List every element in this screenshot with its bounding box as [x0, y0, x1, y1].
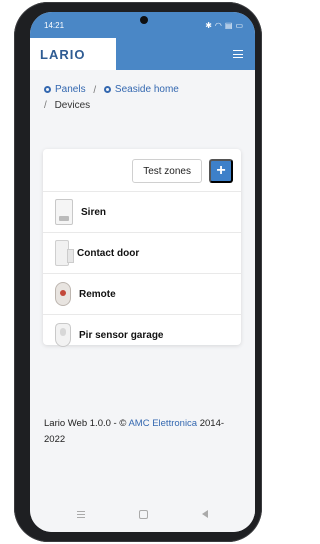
hamburger-icon[interactable]: [233, 50, 243, 58]
pir-sensor-icon: [55, 323, 71, 347]
device-name: Pir sensor garage: [79, 329, 164, 341]
add-device-button[interactable]: +: [209, 159, 233, 183]
device-item-siren[interactable]: Siren: [43, 191, 241, 232]
panel-icon: [44, 86, 51, 93]
breadcrumb-separator: /: [44, 100, 47, 111]
back-icon[interactable]: [202, 510, 208, 518]
menu-area: [116, 38, 255, 70]
status-icons: ✱ ◠ ▤ ▭: [205, 21, 243, 30]
breadcrumb-panels-label: Panels: [55, 84, 86, 95]
footer-prefix: Lario Web 1.0.0 - ©: [44, 418, 129, 429]
breadcrumb-panels[interactable]: Panels: [44, 82, 86, 97]
breadcrumb-separator: /: [93, 85, 97, 96]
android-nav-bar: [30, 496, 255, 532]
siren-icon: [55, 199, 73, 225]
device-name: Contact door: [77, 247, 140, 259]
test-zones-button[interactable]: Test zones: [132, 159, 202, 183]
wifi-icon: ◠: [214, 20, 222, 30]
device-item-pir-sensor-garage[interactable]: Pir sensor garage: [43, 314, 241, 355]
screen: 14:21 ✱ ◠ ▤ ▭ LARIO Panels / Seaside hom…: [30, 12, 255, 532]
breadcrumb-current: Devices: [54, 100, 91, 111]
front-camera: [140, 16, 148, 24]
top-navbar: LARIO: [30, 38, 255, 70]
device-item-contact-door[interactable]: Contact door: [43, 232, 241, 273]
footer: Lario Web 1.0.0 - © AMC Elettronica 2014…: [44, 416, 244, 448]
signal-icon: ▤: [224, 20, 233, 30]
recents-icon[interactable]: [77, 510, 85, 518]
contact-door-icon: [55, 240, 74, 266]
battery-icon: ▭: [235, 20, 243, 30]
breadcrumb-seaside-home-label: Seaside home: [114, 84, 179, 95]
amc-elettronica-link[interactable]: AMC Elettronica: [128, 418, 197, 429]
device-item-remote[interactable]: Remote: [43, 273, 241, 314]
breadcrumb-seaside-home[interactable]: Seaside home: [103, 82, 179, 97]
status-time: 14:21: [44, 20, 65, 30]
bluetooth-icon: ✱: [205, 20, 212, 30]
card-actions: Test zones +: [43, 149, 241, 191]
device-name: Siren: [81, 206, 107, 218]
panel-icon: [103, 86, 111, 93]
devices-card: Test zones + Siren Contact door Remote P…: [43, 149, 241, 347]
breadcrumb: Panels / Seaside home / Devices: [30, 70, 255, 113]
lario-logo[interactable]: LARIO: [40, 47, 85, 62]
remote-icon: [55, 282, 71, 306]
home-icon[interactable]: [139, 509, 148, 519]
logo-area: LARIO: [30, 38, 116, 70]
device-name: Remote: [79, 288, 116, 300]
